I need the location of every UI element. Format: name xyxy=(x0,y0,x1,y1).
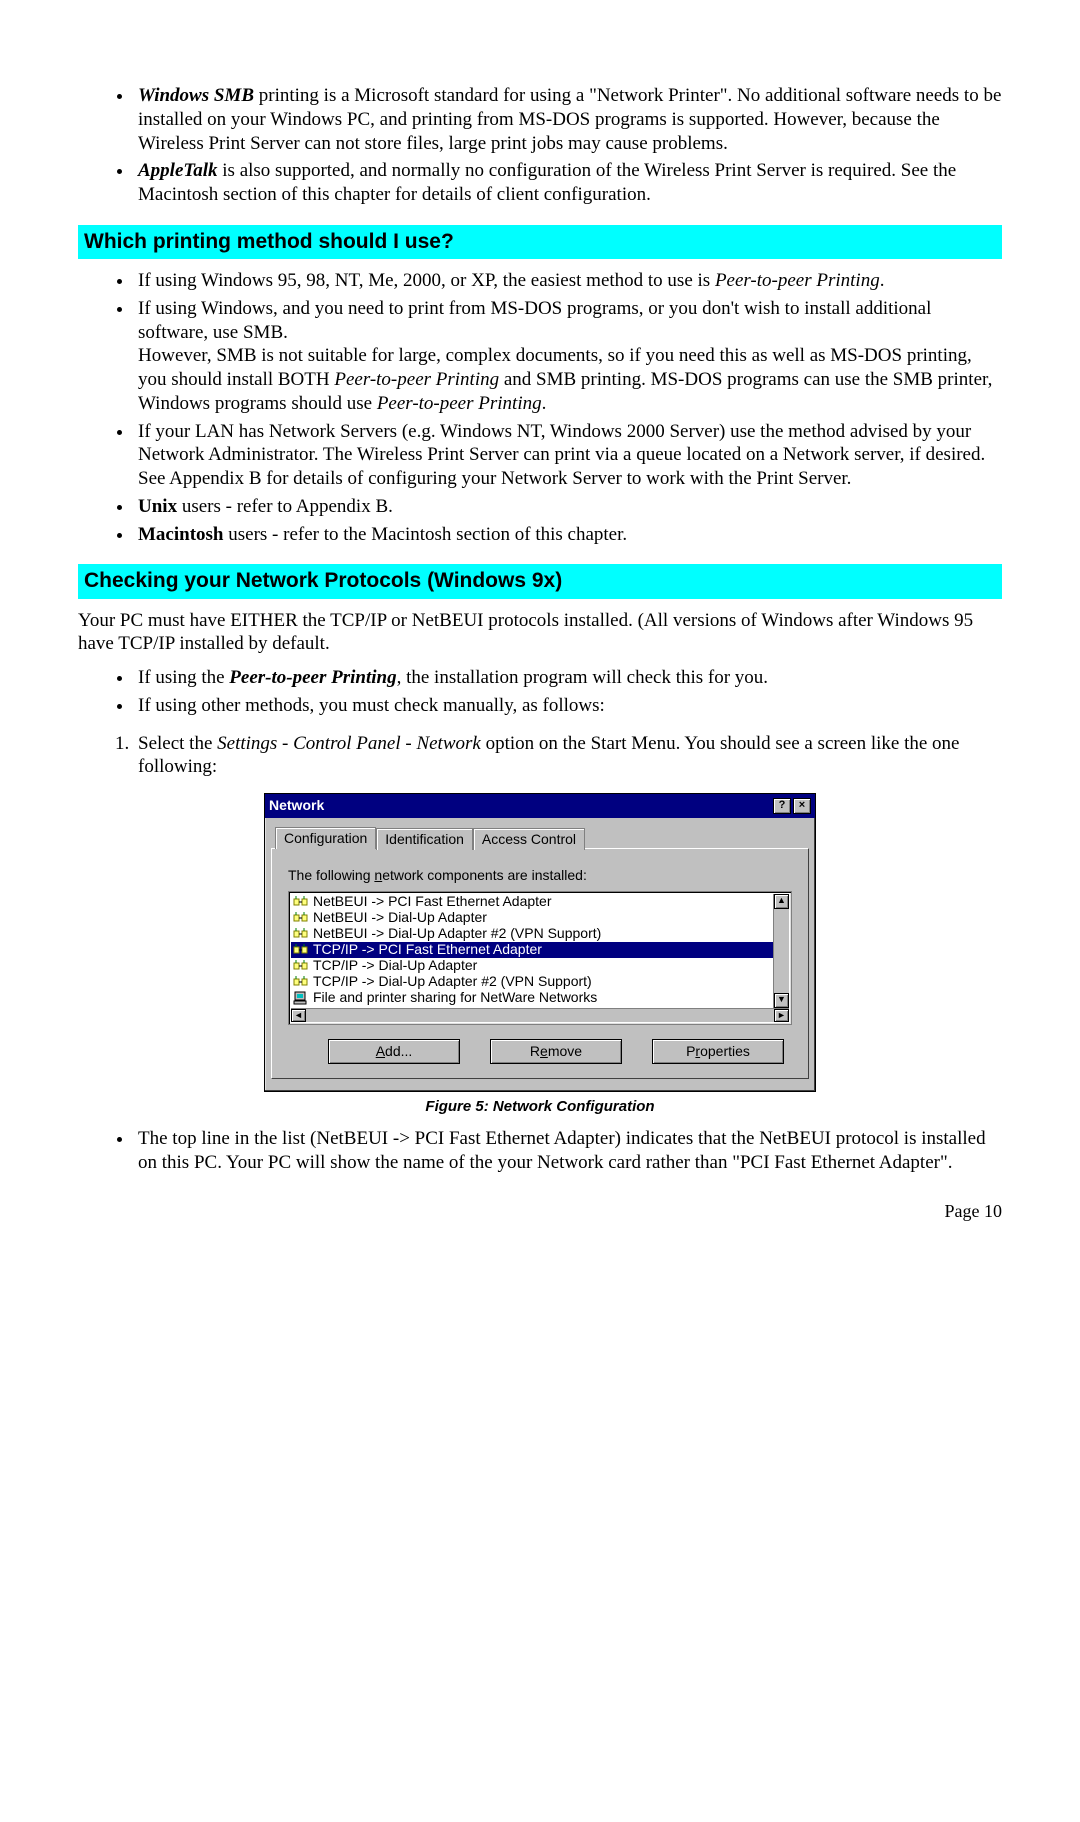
tab-panel-configuration: The following network components are ins… xyxy=(271,848,809,1079)
method-bullet-list: If using Windows 95, 98, NT, Me, 2000, o… xyxy=(78,269,1002,546)
scroll-down-icon[interactable]: ▼ xyxy=(774,993,789,1008)
intro-bullet-list: Windows SMB printing is a Microsoft stan… xyxy=(78,84,1002,207)
horizontal-scrollbar[interactable]: ◄ ► xyxy=(291,1008,789,1022)
term-p2p: Peer-to-peer Printing xyxy=(715,270,880,291)
protocol-icon xyxy=(293,975,309,989)
listbox-label: The following network components are ins… xyxy=(288,867,792,885)
text: printing is a Microsoft standard for usi… xyxy=(138,85,1001,154)
text: , the installation program will check th… xyxy=(397,667,768,688)
text: If your LAN has Network Servers (e.g. Wi… xyxy=(138,421,985,466)
tab-configuration[interactable]: Configuration xyxy=(275,827,376,850)
list-item[interactable]: TCP/IP -> Dial-Up Adapter xyxy=(291,958,773,974)
list-item: Unix users - refer to Appendix B. xyxy=(134,495,1002,519)
properties-button[interactable]: Properties xyxy=(652,1039,784,1065)
protocol-icon xyxy=(293,911,309,925)
term-p2p: Peer-to-peer Printing xyxy=(334,369,499,390)
text: If using the xyxy=(138,667,229,688)
remove-button[interactable]: Remove xyxy=(490,1039,622,1065)
computer-icon xyxy=(293,991,309,1005)
tab-strip: Configuration Identification Access Cont… xyxy=(275,826,809,849)
list-item[interactable]: NetBEUI -> Dial-Up Adapter xyxy=(291,910,773,926)
list-item: The top line in the list (NetBEUI -> PCI… xyxy=(134,1127,1002,1175)
figure-network-dialog: Network ? × Configuration Identification… xyxy=(78,793,1002,1092)
text: See Appendix B for details of configurin… xyxy=(138,468,851,489)
text: If using Windows 95, 98, NT, Me, 2000, o… xyxy=(138,270,715,291)
protocol-icon xyxy=(293,927,309,941)
components-listbox[interactable]: NetBEUI -> PCI Fast Ethernet AdapterNetB… xyxy=(288,891,792,1025)
term-unix: Unix xyxy=(138,496,177,517)
term-appletalk: AppleTalk xyxy=(138,160,218,181)
list-item: If using Windows 95, 98, NT, Me, 2000, o… xyxy=(134,269,1002,293)
text: The top line in the list (NetBEUI -> PCI… xyxy=(138,1128,986,1173)
list-item[interactable]: TCP/IP -> PCI Fast Ethernet Adapter xyxy=(291,942,773,958)
list-item[interactable]: TCP/IP -> Dial-Up Adapter #2 (VPN Suppor… xyxy=(291,974,773,990)
help-icon[interactable]: ? xyxy=(773,798,791,814)
dialog-titlebar: Network ? × xyxy=(265,794,815,818)
tab-access-control[interactable]: Access Control xyxy=(473,828,585,851)
scroll-left-icon[interactable]: ◄ xyxy=(291,1009,306,1022)
step-1: Select the Settings - Control Panel - Ne… xyxy=(134,732,1002,780)
list-item[interactable]: File and printer sharing for NetWare Net… xyxy=(291,990,773,1006)
text: users - refer to Appendix B. xyxy=(177,496,393,517)
text: users - refer to the Macintosh section o… xyxy=(224,524,628,545)
list-item[interactable]: NetBEUI -> Dial-Up Adapter #2 (VPN Suppo… xyxy=(291,926,773,942)
text: If using other methods, you must check m… xyxy=(138,695,605,716)
list-item: If using other methods, you must check m… xyxy=(134,694,1002,718)
list-item-label: TCP/IP -> Dial-Up Adapter #2 (VPN Suppor… xyxy=(313,973,592,991)
protocol-icon xyxy=(293,943,309,957)
heading-checking-protocols: Checking your Network Protocols (Windows… xyxy=(78,564,1002,598)
term-macintosh: Macintosh xyxy=(138,524,224,545)
list-item-label: NetBEUI -> Dial-Up Adapter xyxy=(313,909,487,927)
term-p2p: Peer-to-peer Printing xyxy=(377,393,542,414)
scroll-right-icon[interactable]: ► xyxy=(774,1009,789,1022)
list-item: Macintosh users - refer to the Macintosh… xyxy=(134,523,1002,547)
text: Select the xyxy=(138,733,217,754)
page-number: Page 10 xyxy=(78,1200,1002,1223)
paragraph: Your PC must have EITHER the TCP/IP or N… xyxy=(78,609,1002,657)
dialog-title-text: Network xyxy=(269,797,324,815)
menu-path: Settings - Control Panel - Network xyxy=(217,733,481,754)
protocol-icon xyxy=(293,959,309,973)
protocol-icon xyxy=(293,895,309,909)
text: If using Windows, and you need to print … xyxy=(138,298,931,343)
vertical-scrollbar[interactable]: ▲ ▼ xyxy=(773,894,789,1008)
list-item-label: File and printer sharing for NetWare Net… xyxy=(313,989,597,1007)
add-button[interactable]: Add... xyxy=(328,1039,460,1065)
list-item-label: TCP/IP -> Dial-Up Adapter xyxy=(313,957,477,975)
list-item[interactable]: NetBEUI -> PCI Fast Ethernet Adapter xyxy=(291,894,773,910)
list-item: If using Windows, and you need to print … xyxy=(134,297,1002,416)
steps-list: Select the Settings - Control Panel - Ne… xyxy=(78,732,1002,780)
heading-which-method: Which printing method should I use? xyxy=(78,225,1002,259)
term-windows-smb: Windows SMB xyxy=(138,85,254,106)
post-figure-bullet-list: The top line in the list (NetBEUI -> PCI… xyxy=(78,1127,1002,1175)
text: is also supported, and normally no confi… xyxy=(138,160,956,205)
figure-caption: Figure 5: Network Configuration xyxy=(78,1098,1002,1117)
text: . xyxy=(880,270,885,291)
protocol-bullet-list: If using the Peer-to-peer Printing, the … xyxy=(78,666,1002,718)
scroll-up-icon[interactable]: ▲ xyxy=(774,894,789,909)
list-item: If your LAN has Network Servers (e.g. Wi… xyxy=(134,420,1002,491)
term-p2p: Peer-to-peer Printing xyxy=(229,667,396,688)
list-item: If using the Peer-to-peer Printing, the … xyxy=(134,666,1002,690)
text: . xyxy=(542,393,547,414)
list-item-label: NetBEUI -> PCI Fast Ethernet Adapter xyxy=(313,894,552,911)
list-item: AppleTalk is also supported, and normall… xyxy=(134,159,1002,207)
tab-identification[interactable]: Identification xyxy=(376,828,473,851)
close-icon[interactable]: × xyxy=(793,798,811,814)
network-dialog: Network ? × Configuration Identification… xyxy=(264,793,816,1092)
list-item: Windows SMB printing is a Microsoft stan… xyxy=(134,84,1002,155)
list-item-label: NetBEUI -> Dial-Up Adapter #2 (VPN Suppo… xyxy=(313,925,601,943)
list-item-label: TCP/IP -> PCI Fast Ethernet Adapter xyxy=(313,941,542,959)
